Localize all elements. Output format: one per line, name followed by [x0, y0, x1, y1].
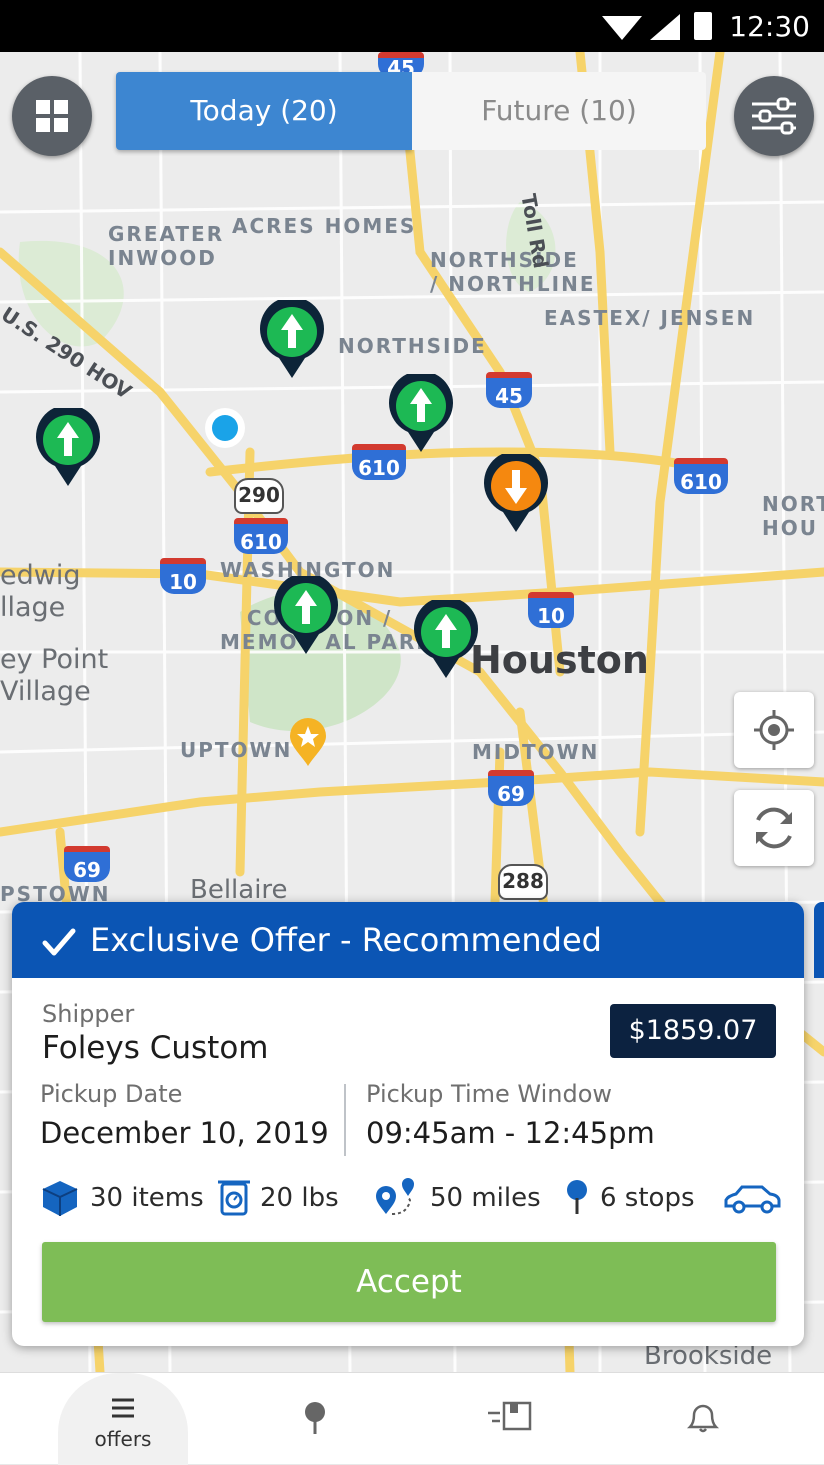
- my-location-button[interactable]: [734, 692, 814, 768]
- map-label-midtown: MIDTOWN: [472, 740, 600, 764]
- nav-offers-label: offers: [94, 1427, 152, 1451]
- nav-deliveries[interactable]: [444, 1373, 574, 1465]
- map-label-eastex-jensen: EASTEX/ JENSEN: [544, 306, 756, 330]
- pickup-window: 09:45am - 12:45pm: [366, 1116, 655, 1150]
- map-label-northside: NORTHSIDE: [338, 334, 487, 358]
- map-label-northside-northline: NORTHSIDE / NORTHLINE: [430, 248, 596, 296]
- refresh-button[interactable]: [734, 790, 814, 866]
- pickup-window-label: Pickup Time Window: [366, 1080, 613, 1108]
- highway-shield-us: 290: [234, 478, 284, 514]
- crosshair-icon: [754, 710, 794, 750]
- vehicle-type: [722, 1178, 782, 1218]
- load-stats: 30 items 20 lbs 50 miles 6 stops: [40, 1178, 782, 1218]
- scale-icon: [218, 1180, 250, 1216]
- pickup-date-label: Pickup Date: [40, 1080, 183, 1108]
- map-pin-icon: [567, 1180, 587, 1214]
- pickup-pin-icon[interactable]: [259, 300, 325, 380]
- pickup-pin-icon[interactable]: [388, 374, 454, 454]
- highway-shield: 69: [488, 770, 534, 806]
- shipper-label: Shipper: [42, 1000, 135, 1028]
- signal-battery-icons: [602, 12, 712, 40]
- date-tabs: Today (20) Future (10): [116, 72, 706, 150]
- offer-card[interactable]: Exclusive Offer - Recommended Shipper Fo…: [12, 902, 804, 1346]
- tab-today[interactable]: Today (20): [116, 72, 412, 150]
- map-label-bellaire: Bellaire: [190, 875, 288, 905]
- location-pin-icon: [305, 1402, 325, 1434]
- map-label-northeast: NORTHOU: [762, 492, 824, 540]
- status-time: 12:30: [729, 10, 810, 43]
- price-badge: $1859.07: [610, 1004, 776, 1058]
- nav-notifications[interactable]: [638, 1373, 768, 1465]
- items-count: 30 items: [90, 1183, 204, 1213]
- star-marker-icon[interactable]: [288, 716, 328, 768]
- highway-shield: 10: [528, 592, 574, 628]
- highway-shield: 69: [64, 846, 110, 882]
- highway-shield: 610: [234, 518, 288, 554]
- map-label-greater-inwood: GREATER INWOOD: [108, 222, 225, 270]
- highway-shield: 10: [160, 558, 206, 594]
- stat-items: 30 items: [40, 1178, 204, 1218]
- filter-button[interactable]: [734, 76, 814, 156]
- nav-offers[interactable]: offers: [58, 1373, 188, 1465]
- pickup-pin-icon[interactable]: [273, 576, 339, 656]
- current-location-dot: [205, 408, 245, 448]
- check-icon: [42, 928, 76, 956]
- offer-card-header: Exclusive Offer - Recommended: [12, 902, 804, 978]
- map-label-hedwig: edwig llage: [0, 560, 81, 623]
- stops-value: 6 stops: [600, 1183, 695, 1213]
- field-divider: [344, 1084, 346, 1156]
- stat-distance: 50 miles: [374, 1178, 541, 1218]
- pickup-pin-icon[interactable]: [35, 408, 101, 488]
- status-icons: [598, 10, 728, 46]
- highway-shield: 45: [486, 372, 532, 408]
- filter-sliders-icon: [752, 97, 796, 135]
- tab-future[interactable]: Future (10): [412, 72, 706, 150]
- car-icon: [724, 1185, 781, 1214]
- pickup-date: December 10, 2019: [40, 1116, 329, 1150]
- bottom-nav: offers: [0, 1372, 824, 1465]
- shipper-name: Foleys Custom: [42, 1030, 269, 1066]
- bell-icon: [686, 1404, 720, 1433]
- route-pins-icon: [376, 1178, 414, 1215]
- map-label-brookside: Brookside: [644, 1341, 773, 1371]
- next-offer-card-edge[interactable]: [814, 902, 824, 978]
- box-icon: [42, 1181, 78, 1216]
- highway-shield: 610: [674, 458, 728, 494]
- pickup-pin-icon[interactable]: [413, 600, 479, 680]
- list-icon: [112, 1398, 134, 1418]
- status-bar: 12:30: [0, 0, 824, 52]
- map-label-houston: Houston: [470, 638, 649, 682]
- weight-value: 20 lbs: [260, 1183, 339, 1213]
- stat-weight: 20 lbs: [218, 1178, 339, 1218]
- stat-stops: 6 stops: [564, 1178, 695, 1218]
- distance-value: 50 miles: [430, 1183, 541, 1213]
- map-label-acres-homes: ACRES HOMES: [232, 214, 417, 238]
- grid-icon: [36, 100, 68, 132]
- grid-menu-button[interactable]: [12, 76, 92, 156]
- accept-button[interactable]: Accept: [42, 1242, 776, 1322]
- package-truck-icon: [488, 1401, 532, 1431]
- nav-map[interactable]: [250, 1373, 380, 1465]
- highway-shield-us: 288: [498, 864, 548, 900]
- map-label-hunters: ey Point Village: [0, 644, 109, 707]
- map-label-uptown: UPTOWN: [180, 738, 293, 762]
- refresh-icon: [756, 807, 792, 849]
- offer-title: Exclusive Offer - Recommended: [90, 921, 602, 959]
- dropoff-pin-icon[interactable]: [483, 454, 549, 534]
